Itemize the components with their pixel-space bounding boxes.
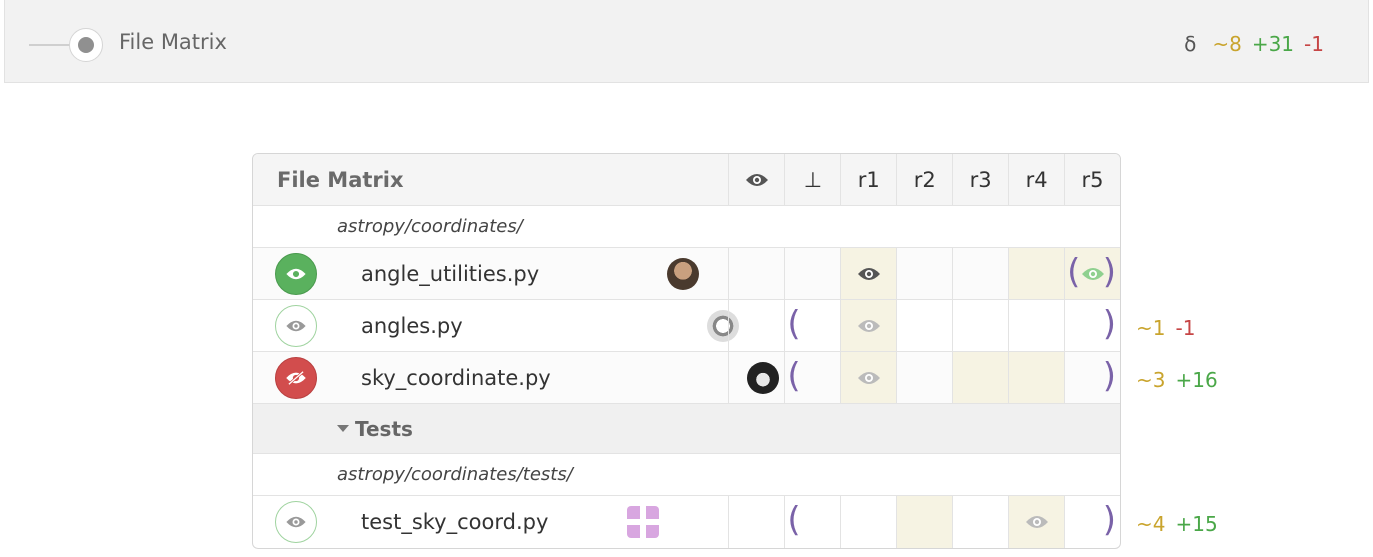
eye-icon <box>857 371 880 384</box>
directory-label: astropy/coordinates/tests/ <box>337 464 573 485</box>
col-r5[interactable]: r5 <box>1064 154 1120 205</box>
col-r4[interactable]: r4 <box>1008 154 1064 205</box>
reviewed-toggle-button[interactable] <box>275 501 317 543</box>
directory-row: astropy/coordinates/ <box>253 206 1120 248</box>
reviewed-toggle-button[interactable] <box>275 305 317 347</box>
file-delta: ~1 -1 <box>1136 316 1195 340</box>
group-label: Tests <box>355 416 413 441</box>
file-delta: ~3 +16 <box>1136 368 1218 392</box>
matrix-header-row: File Matrix ⊥ r1 r2 r3 r4 r5 <box>253 154 1120 206</box>
file-row: angles.py ( ) <box>253 300 1120 352</box>
col-base[interactable]: ⊥ <box>784 154 840 205</box>
range-bracket-right: ) <box>1102 356 1117 396</box>
delta-modified: ~3 <box>1136 368 1166 392</box>
file-row: test_sky_coord.py ( ) <box>253 496 1120 548</box>
file-row: sky_coordinate.py ( ) <box>253 352 1120 404</box>
file-row: angle_utilities.py ( ) <box>253 248 1120 300</box>
range-bracket-right: ) <box>1102 500 1117 540</box>
delta-modified: ~4 <box>1136 512 1166 536</box>
eye-icon <box>1081 267 1104 280</box>
delta-modified: ~8 <box>1212 32 1242 56</box>
col-reviewed[interactable] <box>728 154 784 205</box>
header-title: File Matrix <box>119 30 227 54</box>
col-r2[interactable]: r2 <box>896 154 952 205</box>
range-bracket-left: ( <box>787 356 801 396</box>
matrix-title: File Matrix <box>277 167 404 192</box>
range-bracket-left: ( <box>1067 252 1081 292</box>
directory-label: astropy/coordinates/ <box>337 216 523 237</box>
header-bar: File Matrix δ ~8 +31 -1 <box>4 0 1369 83</box>
avatar <box>627 506 659 538</box>
eye-icon <box>745 173 768 186</box>
eye-icon <box>1025 516 1048 528</box>
eye-icon <box>286 516 306 528</box>
file-name[interactable]: sky_coordinate.py <box>361 366 551 390</box>
unreviewed-toggle-button[interactable] <box>275 357 317 399</box>
delta-added: +16 <box>1175 368 1218 392</box>
cell-r4[interactable] <box>1008 496 1065 548</box>
col-r3[interactable]: r3 <box>952 154 1008 205</box>
reviewed-toggle-button[interactable] <box>275 253 317 295</box>
col-r1[interactable]: r1 <box>840 154 896 205</box>
delta-symbol: δ <box>1184 32 1197 56</box>
delta-removed: -1 <box>1304 32 1324 56</box>
file-name[interactable]: angles.py <box>361 314 463 338</box>
range-bracket-left: ( <box>787 304 801 344</box>
caret-down-icon[interactable] <box>337 425 349 432</box>
delta-modified: ~1 <box>1136 316 1166 340</box>
toggle-switch[interactable] <box>69 28 103 62</box>
range-bracket-right: ) <box>1102 304 1117 344</box>
eye-slash-icon <box>286 370 306 386</box>
file-delta: ~4 +15 <box>1136 512 1218 536</box>
range-bracket-right: ) <box>1102 252 1117 292</box>
delta-added: +15 <box>1175 512 1218 536</box>
eye-icon <box>857 319 880 332</box>
cell-r1[interactable] <box>840 248 897 299</box>
avatar <box>667 258 699 290</box>
eye-icon <box>857 267 880 280</box>
eye-icon <box>286 268 306 280</box>
delta-summary: δ ~8 +31 -1 <box>1184 32 1324 56</box>
cell-r1[interactable] <box>840 300 897 351</box>
range-bracket-left: ( <box>787 500 801 540</box>
directory-row: astropy/coordinates/tests/ <box>253 454 1120 496</box>
eye-icon <box>286 320 306 332</box>
file-name[interactable]: angle_utilities.py <box>361 262 539 286</box>
cell-r5[interactable]: ( ) <box>1064 248 1120 299</box>
group-header-row[interactable]: Tests <box>253 404 1120 454</box>
delta-removed: -1 <box>1175 316 1196 340</box>
cell-r1[interactable] <box>840 352 897 403</box>
file-matrix-table: File Matrix ⊥ r1 r2 r3 r4 r5 astropy/coo… <box>252 153 1121 549</box>
delta-added: +31 <box>1251 32 1295 56</box>
file-name[interactable]: test_sky_coord.py <box>361 510 548 534</box>
